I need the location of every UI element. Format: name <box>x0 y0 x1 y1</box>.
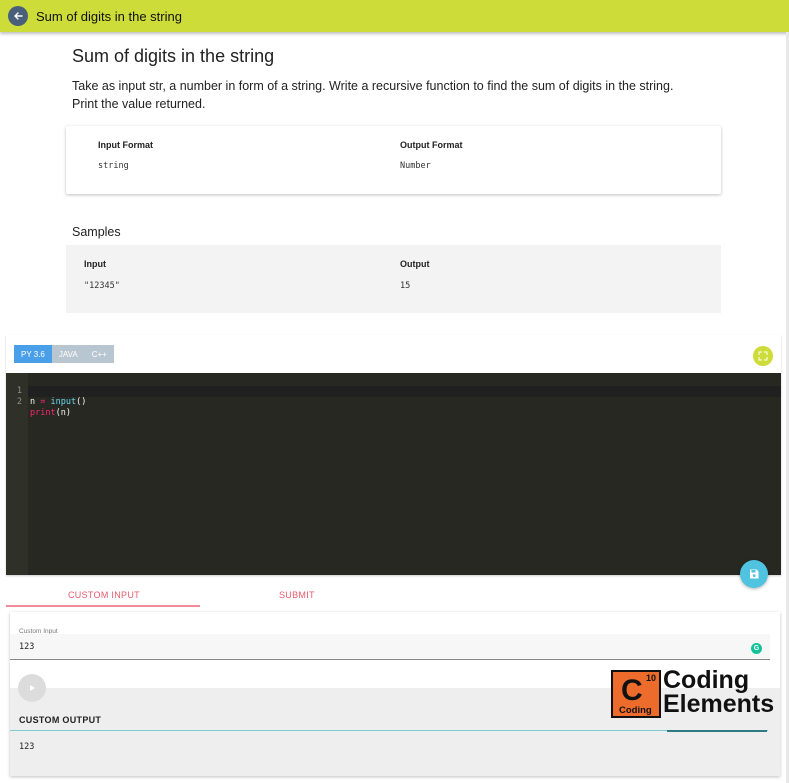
language-tab-cpp[interactable]: C++ <box>84 345 114 363</box>
custom-input-field[interactable]: 123 G <box>10 634 770 660</box>
code-token: print <box>30 408 56 418</box>
save-icon <box>750 569 759 579</box>
custom-output-value: 123 <box>19 742 35 752</box>
code-editor[interactable]: 1 n = input() 2 print(n) <box>6 373 781 575</box>
sample-input-label: Input <box>84 259 106 269</box>
watermark-line-1: Coding <box>663 666 750 694</box>
back-button[interactable] <box>8 6 28 26</box>
custom-output-label: CUSTOM OUTPUT <box>19 715 102 725</box>
tab-submit[interactable]: SUBMIT <box>279 590 315 600</box>
language-tab-python[interactable]: PY 3.6 <box>14 345 52 363</box>
custom-output-divider <box>10 730 768 731</box>
active-tab-indicator <box>6 605 200 607</box>
line-number: 2 <box>16 397 22 407</box>
samples-box: Input "12345" Output 15 <box>66 245 721 313</box>
expand-icon <box>758 351 768 361</box>
logo-letter: C <box>621 674 643 707</box>
language-tabs: PY 3.6 JAVA C++ <box>14 345 114 363</box>
code-editor-panel: PY 3.6 JAVA C++ 1 n = input() 2 print(n) <box>6 335 781 575</box>
problem-title: Sum of digits in the string <box>72 46 275 66</box>
watermark-text: Coding Elements <box>663 666 775 718</box>
output-format-value: Number <box>400 161 431 171</box>
sample-output-value: 15 <box>400 281 411 291</box>
save-button[interactable] <box>740 560 768 588</box>
language-tab-java[interactable]: JAVA <box>51 345 85 363</box>
code-token: (n) <box>55 408 71 418</box>
problem-description: Take as input str, a number in form of a… <box>72 79 674 111</box>
fullscreen-button[interactable] <box>753 346 773 366</box>
sample-output-label: Output <box>400 259 430 269</box>
input-format-label: Input Format <box>98 140 153 150</box>
tab-custom-input[interactable]: CUSTOM INPUT <box>68 590 140 600</box>
logo-small-text: Coding <box>619 705 652 716</box>
watermark-line-2: Elements <box>663 690 775 718</box>
top-app-bar: Sum of digits in the string <box>0 0 789 32</box>
sample-input-value: "12345" <box>84 281 120 291</box>
play-icon <box>30 685 35 691</box>
code-text: print(n) <box>30 408 71 419</box>
grammarly-icon[interactable]: G <box>751 643 762 654</box>
output-format-label: Output Format <box>400 140 463 150</box>
arrow-left-icon <box>14 12 23 20</box>
format-card: Input Format string Output Format Number <box>66 126 721 194</box>
code-line: 2 print(n) <box>6 386 781 430</box>
samples-heading: Samples <box>72 225 121 239</box>
logo-number: 10 <box>646 673 657 683</box>
app-bar-title: Sum of digits in the string <box>36 8 182 24</box>
coding-elements-logo: C 10 Coding <box>611 670 661 718</box>
watermark-underline <box>667 730 767 732</box>
input-format-value: string <box>98 161 129 171</box>
run-button[interactable] <box>18 674 46 702</box>
custom-input-value: 123 <box>19 642 35 652</box>
